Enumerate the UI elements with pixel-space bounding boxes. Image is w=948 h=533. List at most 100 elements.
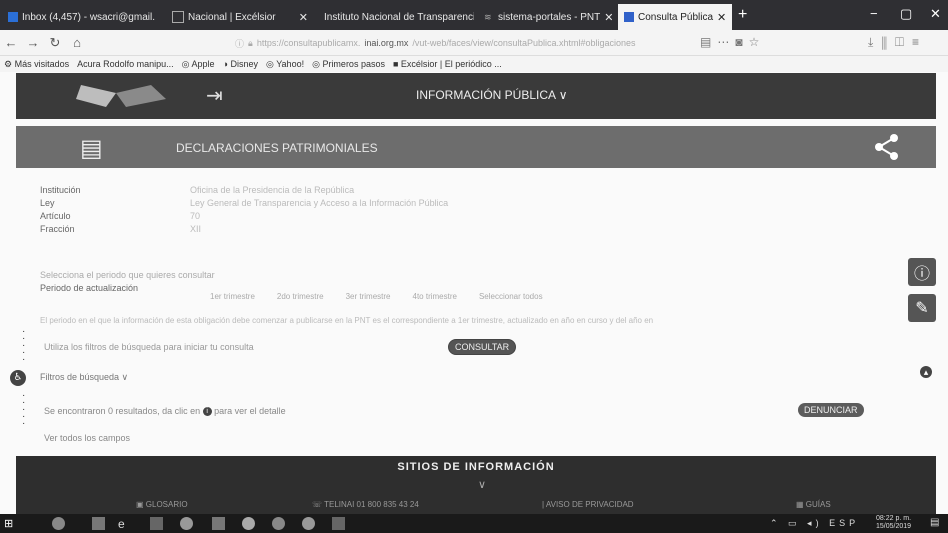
drag-handle-icon[interactable]: · · · · · [22,391,25,429]
alert-icon[interactable]: ⓘ [908,258,936,286]
app-icon[interactable] [332,517,345,530]
edge-icon[interactable]: e [118,517,131,531]
share-icon[interactable] [874,133,900,161]
screen: Inbox (4,457) - wsacri@gmail. ✕ Nacional… [0,0,948,533]
mail-icon [8,12,18,22]
period-option-all[interactable]: Seleccionar todos [479,292,543,301]
lock-icon: 🔒︎ [248,37,253,48]
period-option-4[interactable]: 4to trimestre [413,292,457,301]
search-icon[interactable] [52,517,65,530]
period-notice: El periodo en el que la información de e… [40,316,654,325]
footer-telinai[interactable]: ☏ TELINAI 01 800 835 43 24 [312,500,419,509]
tools-icon[interactable]: ✎ [908,294,936,322]
browser-tab-inbox[interactable]: Inbox (4,457) - wsacri@gmail. ✕ [2,4,160,30]
bookmarks-bar: ⚙ Más visitados Acura Rodolfo manipu... … [0,56,948,72]
windows-start-icon[interactable]: ⊞ [4,517,17,530]
accessibility-icon[interactable]: ♿︎ [10,370,26,386]
news-icon [172,11,184,23]
arrow-up-icon[interactable]: ▴ [920,366,932,378]
footer-title: SITIOS DE INFORMACIÓN [397,461,555,473]
chevron-down-icon[interactable]: ∨ [478,478,486,491]
maximize-icon[interactable]: ▢ [900,6,912,22]
new-tab-icon[interactable]: + [738,6,747,24]
info-publica-menu[interactable]: INFORMACIÓN PÚBLICA ∨ [416,88,567,102]
browser-tab-excelsior[interactable]: Nacional | Excélsior ✕ [166,4,314,30]
detail-row: Ley Ley General de Transparencia y Acceso… [40,198,449,208]
results-summary: Se encontraron 0 resultados, da clic en … [44,406,286,417]
site-header: ⇥ INFORMACIÓN PÚBLICA ∨ [16,73,936,119]
bookmark-disney[interactable]: ◑ Disney [223,59,258,69]
system-tray[interactable]: ⌃ ▭ ◂) ESP [770,518,859,529]
bookmark-mas-visitados[interactable]: ⚙ Más visitados [4,59,69,70]
period-options: 1er trimestre 2do trimestre 3er trimestr… [210,292,543,301]
page-actions[interactable]: ▤⋯◙☆ [700,35,765,49]
close-icon[interactable]: ✕ [299,11,308,24]
site-footer: SITIOS DE INFORMACIÓN ∨ ▣ GLOSARIO ☏ TEL… [16,456,936,514]
bookmark-primeros-pasos[interactable]: ◎ Primeros pasos [312,59,385,70]
section-band: ▤ DECLARACIONES PATRIMONIALES [16,126,936,168]
back-icon[interactable]: ← [0,35,22,50]
footer-aviso[interactable]: | AVISO DE PRIVACIDAD [542,500,634,509]
bookmark-yahoo[interactable]: ◎ Yahoo! [266,59,304,70]
close-icon[interactable]: ✕ [604,11,613,24]
period-option-3[interactable]: 3er trimestre [346,292,391,301]
pnt-icon: ≋ [484,12,492,22]
info-icon: ⓘ [235,38,245,49]
period-question: Selecciona el periodo que quieres consul… [40,270,215,280]
toolbar-right: ⤓⫼◫≡ [868,35,927,50]
menu-icon[interactable]: ≡ [912,35,927,49]
browser-tab-inai[interactable]: Instituto Nacional de Transparencia ✕ [318,4,474,30]
bookmark-excelsior[interactable]: ■ Excélsior | El periódico ... [393,59,502,69]
details-list: Institución Oficina de la Presidencia de … [40,185,448,237]
ver-todos-link[interactable]: Ver todos los campos [44,433,130,443]
sidebar-icon[interactable]: ◫ [895,35,912,49]
download-icon[interactable]: ⤓ [868,35,881,49]
store-icon[interactable] [150,517,163,530]
section-title: DECLARACIONES PATRIMONIALES [176,141,378,155]
more-icon[interactable]: ⋯ [717,35,735,49]
detail-row: Artículo 70 [40,211,201,221]
drag-handle-icon[interactable]: · · · · · [22,327,25,365]
browser-tab-bar: Inbox (4,457) - wsacri@gmail. ✕ Nacional… [0,0,948,30]
close-icon[interactable]: ✕ [159,11,160,24]
home-icon[interactable]: ⌂ [66,35,88,50]
address-bar[interactable]: ⓘ 🔒︎ https://consultapublicamx. inai.org.… [235,34,685,52]
bookmark-acura[interactable]: Acura Rodolfo manipu... [77,59,174,69]
period-option-1[interactable]: 1er trimestre [210,292,255,301]
footer-glosario[interactable]: ▣ GLOSARIO [136,500,188,509]
minimize-icon[interactable]: − [870,6,878,21]
bookmark-star-icon[interactable]: ☆ [749,35,766,49]
pocket-icon[interactable]: ◙ [735,35,748,49]
detail-row: Institución Oficina de la Presidencia de … [40,185,355,195]
period-option-2[interactable]: 2do trimestre [277,292,324,301]
filter-help-text: Utiliza los filtros de búsqueda para ini… [44,342,254,352]
browser-tab-consulta[interactable]: Consulta Pública ✕ [618,4,732,30]
notifications-icon[interactable]: ▤ [930,517,943,530]
reader-icon[interactable]: ▤ [700,35,717,49]
window-close-icon[interactable]: ✕ [930,6,941,22]
reload-icon[interactable]: ↻ [44,35,66,51]
firefox-icon[interactable] [302,517,315,530]
denunciar-button[interactable]: DENUNCIAR [798,403,864,417]
app-icon[interactable] [242,517,255,530]
info-icon: i [202,407,212,417]
footer-guias[interactable]: ▦ GUÍAS [796,500,831,509]
clock[interactable]: 08:22 p. m. 15/05/2019 [876,515,911,531]
detail-row: Fracción XII [40,224,202,234]
period-label: Periodo de actualización [40,283,139,293]
close-icon[interactable]: ✕ [717,11,726,24]
os-taskbar: ⊞ e ⌃ ▭ ◂) ESP 08:22 p. m. 15/05/2019 ▤ [0,514,948,533]
browser-tab-pnt[interactable]: ≋ sistema-portales - PNT ✕ [478,4,614,30]
consultar-button[interactable]: CONSULTAR [448,339,517,355]
bookmark-apple[interactable]: ◎ Apple [182,59,215,70]
task-view-icon[interactable] [92,517,105,530]
app-icon[interactable] [272,517,285,530]
menu-toggle-icon[interactable]: ⇥ [206,83,223,108]
forward-icon[interactable]: → [22,35,44,50]
chrome-icon[interactable] [180,517,193,530]
declaration-doc-icon: ▤ [80,135,103,162]
library-icon[interactable]: ⫼ [881,35,895,49]
app-icon[interactable] [212,517,225,530]
inai-icon [624,12,634,22]
search-filters-toggle[interactable]: Filtros de búsqueda ∨ [40,372,128,383]
